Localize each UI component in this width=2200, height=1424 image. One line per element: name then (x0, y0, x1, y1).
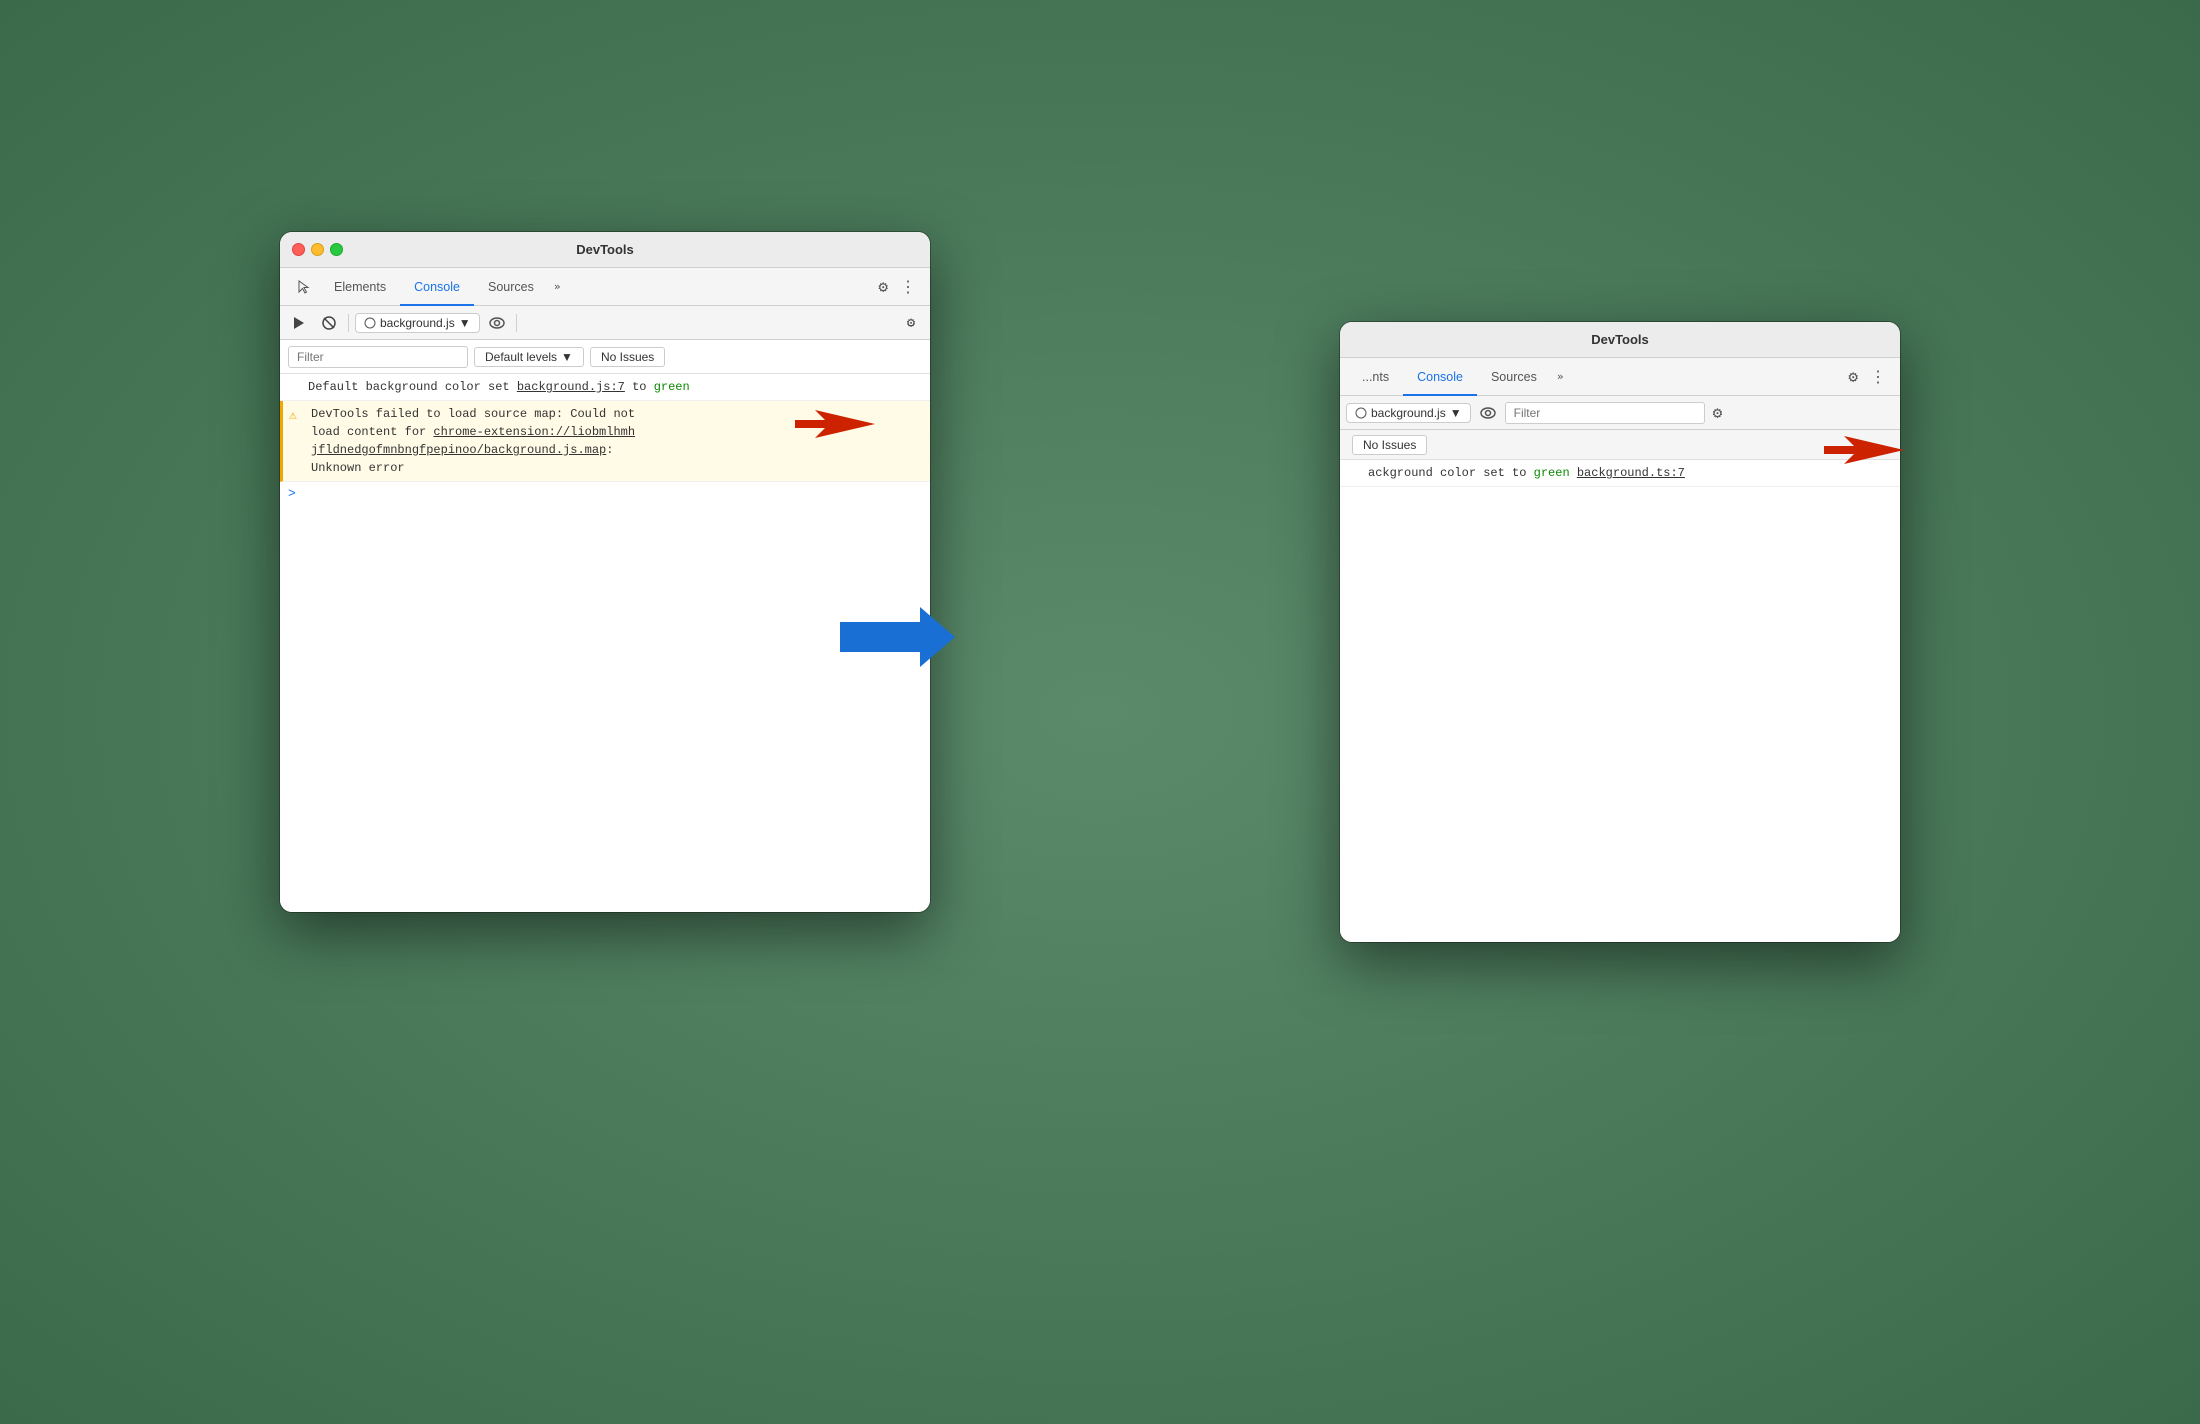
tab-sources[interactable]: Sources (474, 269, 548, 306)
file-selector[interactable]: background.js ▼ (355, 313, 480, 333)
levels-dropdown[interactable]: Default levels ▼ (474, 347, 584, 367)
tab-console[interactable]: Console (400, 269, 474, 306)
right-filter-input[interactable] (1505, 402, 1705, 424)
right-filter-gear-icon[interactable]: ⚙ (1709, 403, 1727, 422)
red-arrow-1 (795, 406, 875, 442)
clear-icon[interactable] (316, 310, 342, 336)
toolbar-divider-2 (516, 314, 517, 332)
left-tabbar: Elements Console Sources » ⚙ ⋮ (280, 268, 930, 306)
right-devtools-window: DevTools ...nts Console Sources » ⚙ ⋮ (1340, 322, 1900, 942)
right-tabbar: ...nts Console Sources » ⚙ ⋮ (1340, 358, 1900, 396)
more-tabs-button[interactable]: » (548, 268, 567, 305)
right-more-tabs[interactable]: » (1551, 358, 1570, 395)
execute-icon[interactable] (286, 310, 312, 336)
source-map-link-2[interactable]: jfldnedgofmnbngfpepinoo/background.js.ma… (311, 443, 606, 457)
right-issues-bar: No Issues (1340, 430, 1900, 460)
file-link-js7[interactable]: background.js:7 (517, 380, 625, 394)
right-toolbar: background.js ▼ ⚙ (1340, 396, 1900, 430)
minimize-button[interactable] (311, 243, 324, 256)
traffic-lights (292, 243, 343, 256)
source-map-link-1[interactable]: chrome-extension://liobmlhmh (433, 425, 635, 439)
green-color-value: green (654, 380, 690, 394)
toolbar-divider (348, 314, 349, 332)
right-titlebar: DevTools (1340, 322, 1900, 358)
right-no-issues-button[interactable]: No Issues (1352, 435, 1427, 455)
right-console-content: ackground color set to green background.… (1340, 460, 1900, 942)
left-devtools-window: DevTools Elements Console Sources (280, 232, 930, 912)
right-green-value: green (1534, 466, 1570, 480)
blue-arrow (840, 602, 960, 672)
left-titlebar: DevTools (280, 232, 930, 268)
blue-arrow-container (840, 602, 960, 676)
filter-input[interactable] (288, 346, 468, 368)
close-button[interactable] (292, 243, 305, 256)
more-options-icon[interactable]: ⋮ (894, 268, 922, 305)
right-dots-icon[interactable]: ⋮ (1864, 358, 1892, 395)
toolbar-gear-icon[interactable]: ⚙ (898, 310, 924, 336)
right-file-selector[interactable]: background.js ▼ (1346, 403, 1471, 423)
eye-icon[interactable] (484, 310, 510, 336)
console-prompt[interactable]: > (280, 482, 930, 505)
settings-gear-icon[interactable]: ⚙ (872, 268, 894, 305)
no-issues-button[interactable]: No Issues (590, 347, 665, 367)
red-arrow-2 (1824, 432, 1904, 468)
maximize-button[interactable] (330, 243, 343, 256)
right-file-link-ts7[interactable]: background.ts:7 (1577, 466, 1685, 480)
right-window-title: DevTools (1591, 332, 1649, 347)
right-tab-elements[interactable]: ...nts (1348, 359, 1403, 396)
right-eye-icon[interactable] (1475, 400, 1501, 426)
right-console-message: ackground color set to green background.… (1340, 460, 1900, 487)
left-window-title: DevTools (576, 242, 634, 257)
tab-elements[interactable]: Elements (320, 269, 400, 306)
cursor-icon[interactable] (288, 268, 320, 305)
red-arrow-2-container (1824, 432, 1904, 472)
left-toolbar: background.js ▼ ⚙ (280, 306, 930, 340)
warning-icon: ⚠ (289, 406, 297, 426)
right-tab-sources[interactable]: Sources (1477, 359, 1551, 396)
console-content: Default background color set background.… (280, 374, 930, 912)
right-gear-icon[interactable]: ⚙ (1842, 358, 1864, 395)
console-message-info: Default background color set background.… (280, 374, 930, 401)
right-tab-console[interactable]: Console (1403, 359, 1477, 396)
red-arrow-1-container (795, 406, 875, 446)
left-filterbar: Default levels ▼ No Issues (280, 340, 930, 374)
